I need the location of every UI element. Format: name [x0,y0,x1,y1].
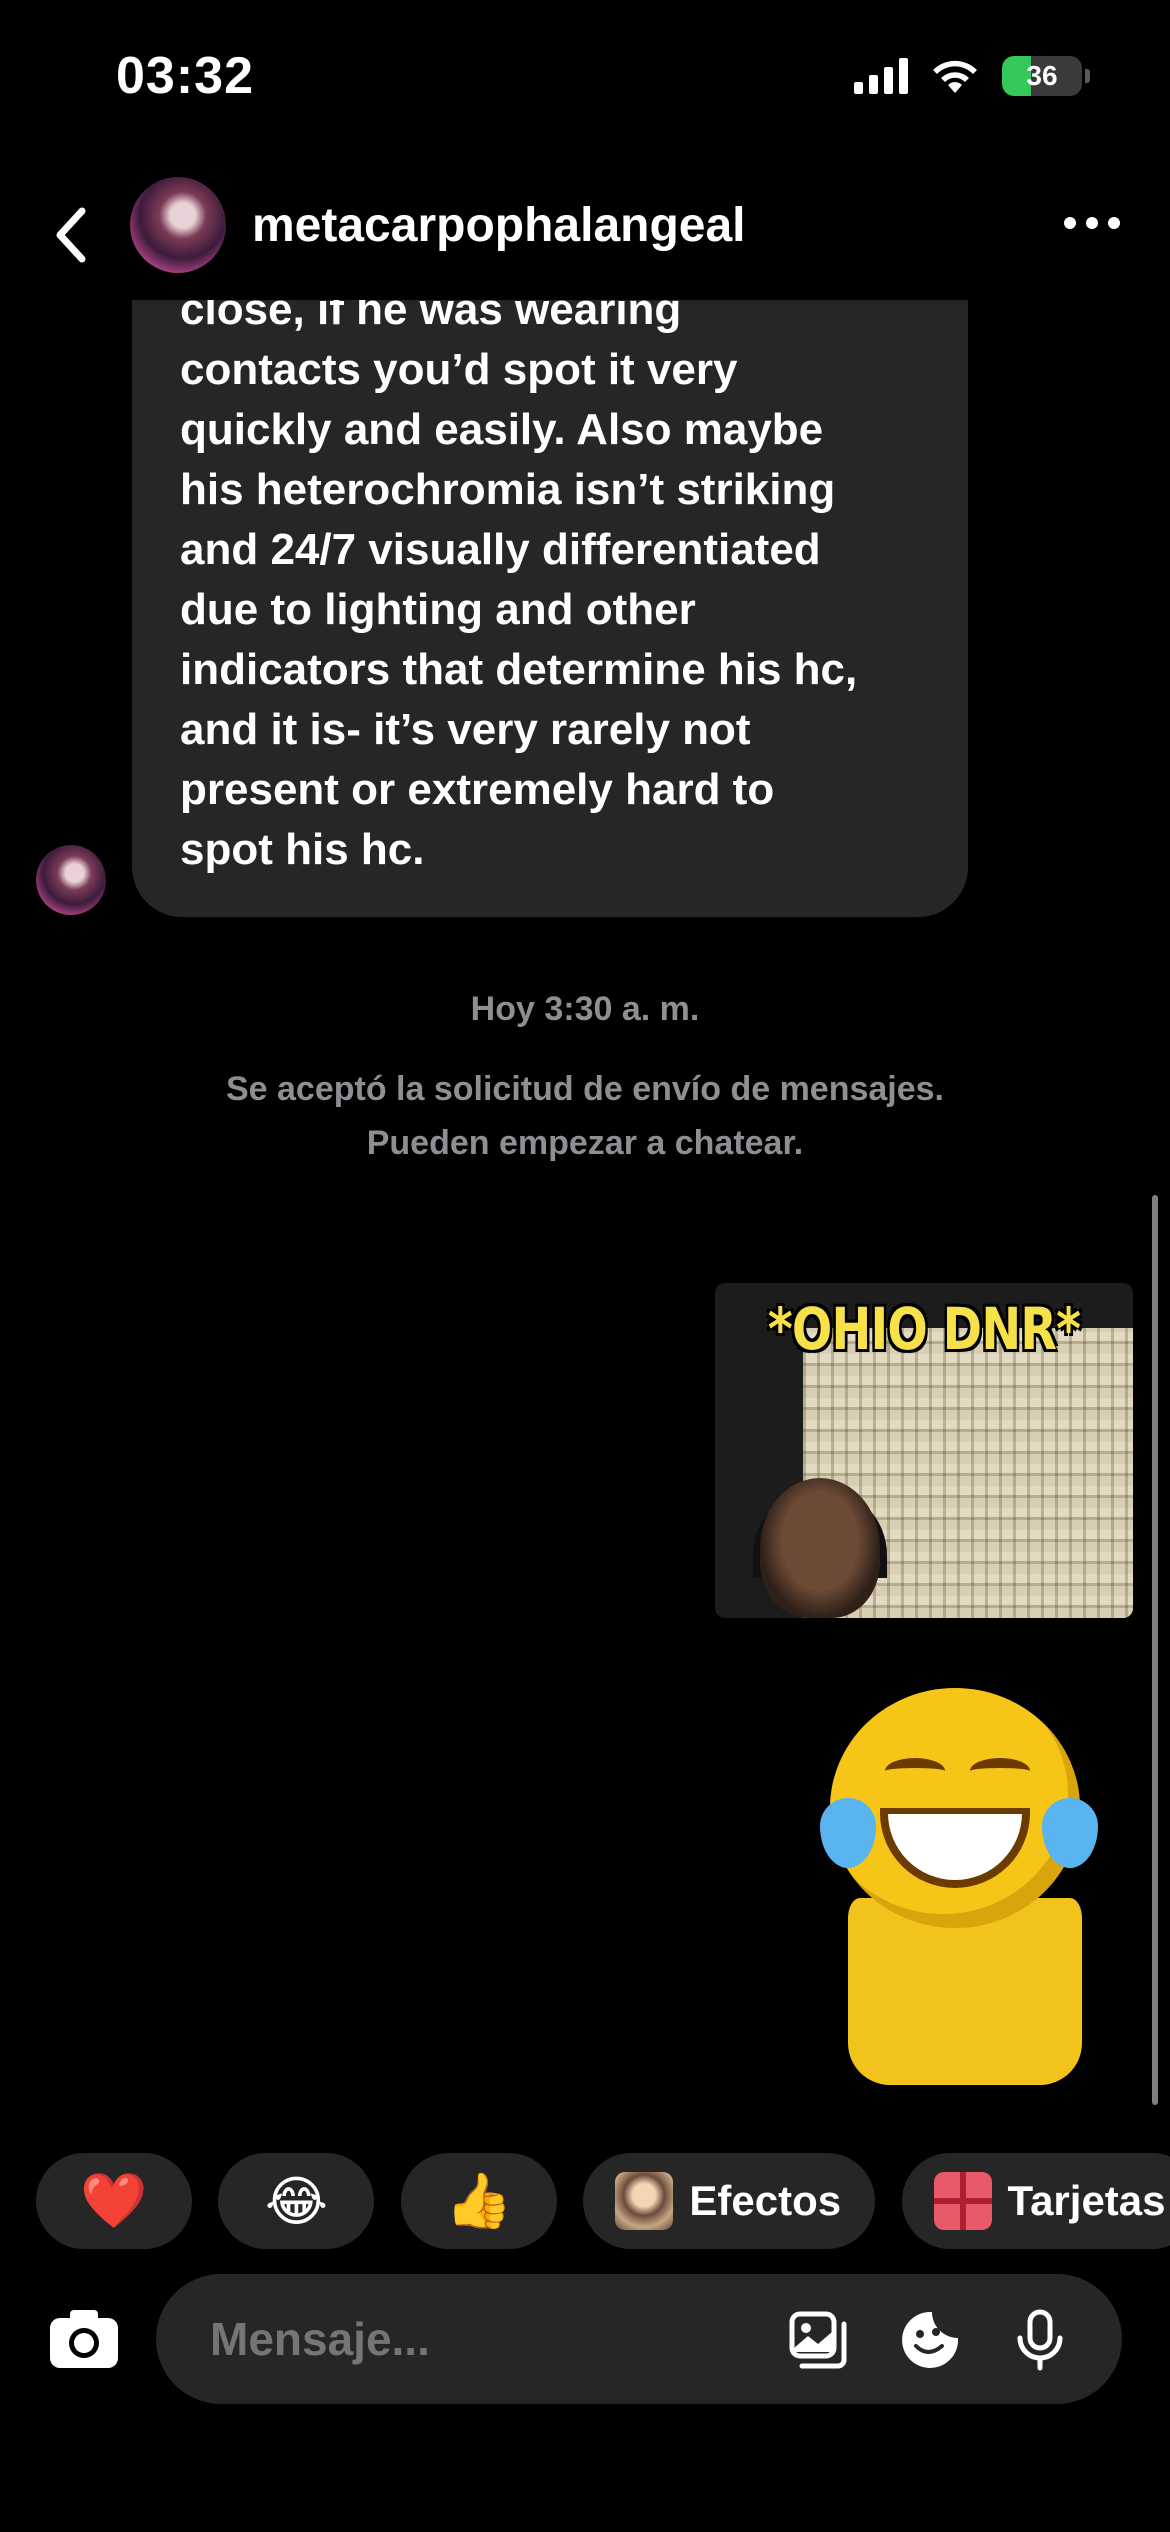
thumbs-up-icon: 👍 [445,2170,513,2231]
efectos-label: Efectos [689,2177,842,2224]
reaction-thumbs-up-button[interactable]: 👍 [400,2153,557,2249]
microphone-icon[interactable] [1008,2308,1072,2372]
message-line: indicators that determine his hc, [180,645,858,694]
sender-avatar[interactable] [36,845,106,915]
message-line: spot his hc. [180,825,425,874]
message-line: present or extremely hard to [180,765,775,814]
scrollbar[interactable] [1152,1195,1158,2105]
message-line: his heterochromia isn’t striking [180,465,836,514]
contact-username[interactable]: metacarpophalangeal [252,198,746,253]
message-line: due to lighting and other [180,585,696,634]
effects-icon [615,2172,674,2230]
sticker-ohio-dnr[interactable]: *OHIO DNR* [715,1283,1133,1618]
system-note-line: Pueden empezar a chatear. [366,1124,804,1162]
system-note-line: Se aceptó la solicitud de envío de mensa… [225,1070,945,1108]
message-line: contacts you’d spot it very [180,345,738,394]
status-icons: 36 [854,56,1090,96]
efectos-button[interactable]: Efectos [583,2153,876,2249]
gift-card-icon [933,2172,992,2230]
battery-level: 36 [1026,60,1058,91]
message-list: close, if he was wearing contacts you’d … [0,300,1170,920]
tarjetas-button[interactable]: Tarjetas [901,2153,1170,2249]
message-line: close, if he was wearing [180,300,682,334]
message-line: and 24/7 visually differentiated [180,525,821,574]
sticker-icon[interactable] [898,2308,962,2372]
heart-icon: ❤️ [80,2170,148,2231]
back-button[interactable] [40,195,100,275]
wifi-icon [933,60,977,93]
message-line: and it is- it’s very rarely not [180,705,751,754]
status-bar: 03:32 36 [0,0,1170,150]
battery-charging-icon: 36 [1002,56,1090,96]
incoming-message-bubble[interactable]: close, if he was wearing contacts you’d … [132,300,968,917]
system-timestamp: Hoy 3:30 a. m. [470,990,700,1028]
sticker-caption: *OHIO DNR* [767,1295,1081,1363]
person-face-image [760,1478,880,1618]
back-chevron-icon [56,207,86,263]
message-input[interactable] [210,2312,810,2366]
gallery-icon[interactable] [786,2308,850,2372]
reaction-heart-button[interactable]: ❤️ [36,2153,192,2249]
camera-icon [50,2310,118,2368]
status-time: 03:32 [116,47,254,105]
laughing-icon: 😂 [264,2171,328,2232]
reaction-laugh-button[interactable]: 😂 [218,2153,375,2249]
system-note: Se aceptó la solicitud de envío de mensa… [0,1062,1170,1170]
tarjetas-label: Tarjetas [1007,2177,1166,2224]
signal-icon [854,58,908,94]
avatar[interactable] [130,177,226,273]
message-line: quickly and easily. Also maybe [180,405,824,454]
chat-header: metacarpophalangeal [0,170,1170,300]
sticker-laughing-emoji[interactable] [820,1688,1120,2093]
camera-button[interactable] [46,2300,122,2376]
more-options-icon[interactable] [1064,208,1120,238]
quick-actions-row: ❤️ 😂 👍 Efectos Tarjetas [36,2153,1170,2249]
message-composer[interactable] [156,2274,1122,2404]
